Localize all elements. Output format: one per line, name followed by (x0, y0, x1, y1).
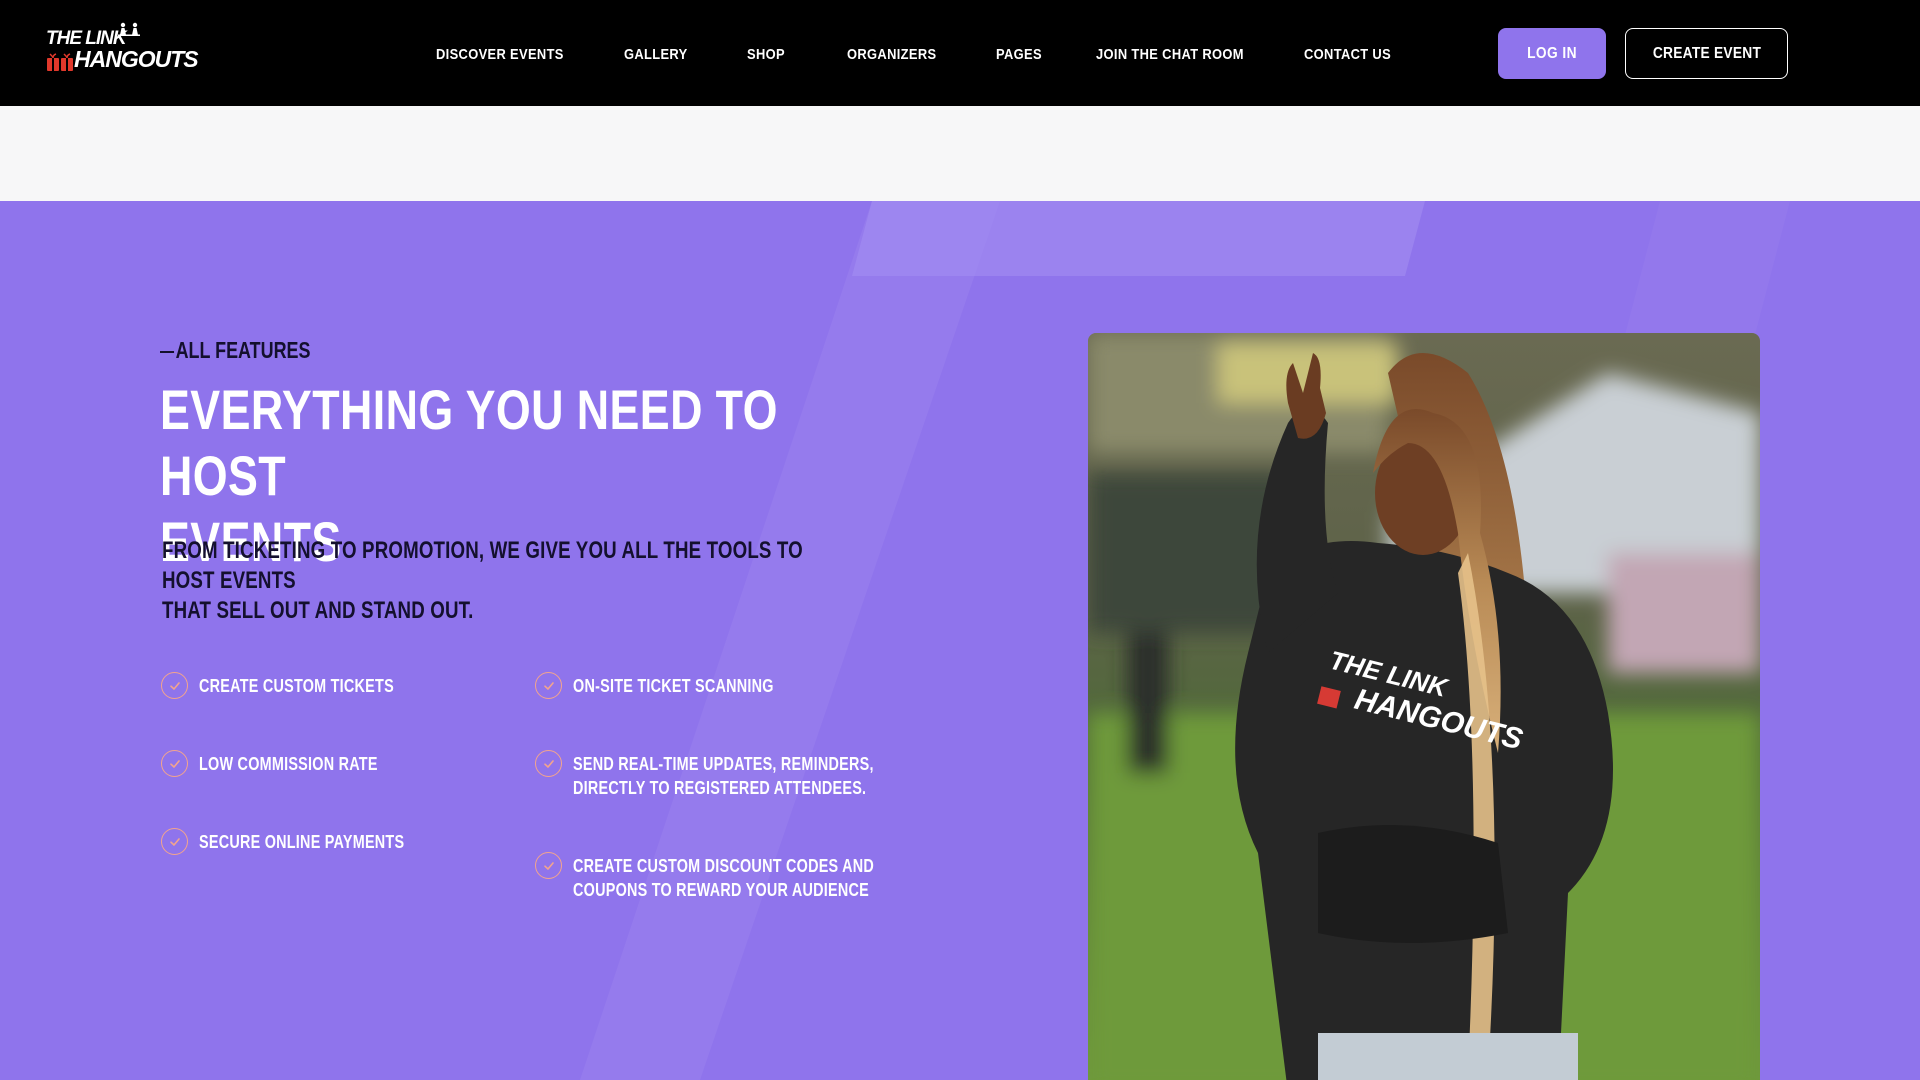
feature-item: LOW COMMISSION RATE (161, 750, 422, 777)
section-subtext: FROM TICKETING TO PROMOTION, WE GIVE YOU… (162, 536, 856, 626)
feature-item: CREATE CUSTOM TICKETS (161, 672, 443, 699)
feature-label: SEND REAL-TIME UPDATES, REMINDERS, DIREC… (573, 754, 874, 798)
nav-shop[interactable]: SHOP (747, 46, 785, 63)
feature-item: SECURE ONLINE PAYMENTS (161, 828, 456, 855)
features-section: ALL FEATURES EVERYTHING YOU NEED TO HOST… (0, 201, 1920, 1080)
nav-join-chat-room[interactable]: JOIN THE CHAT ROOM (1096, 46, 1244, 63)
feature-label: LOW COMMISSION RATE (199, 754, 378, 774)
login-button[interactable]: LOG IN (1498, 28, 1606, 79)
check-circle-icon (161, 672, 188, 699)
feature-item: CREATE CUSTOM DISCOUNT CODES AND COUPONS… (535, 852, 949, 902)
site-header: THE LINK HANGOUTS DISCOVER EVENTS GALLER… (0, 0, 1920, 106)
check-circle-icon (535, 852, 562, 879)
login-button-label: LOG IN (1527, 44, 1577, 62)
check-circle-icon (161, 828, 188, 855)
gray-spacer-band (0, 106, 1920, 201)
feature-label: SECURE ONLINE PAYMENTS (199, 832, 405, 852)
eyebrow-text: ALL FEATURES (175, 337, 311, 363)
heading-line-1: EVERYTHING YOU NEED TO HOST (160, 378, 778, 507)
section-eyebrow: ALL FEATURES (160, 337, 310, 364)
check-circle-icon (535, 672, 562, 699)
subtext-line-1: FROM TICKETING TO PROMOTION, WE GIVE YOU… (162, 537, 803, 594)
subtext-line-2: THAT SELL OUT AND STAND OUT. (162, 597, 474, 624)
feature-label: CREATE CUSTOM TICKETS (199, 676, 394, 696)
feature-label: ON-SITE TICKET SCANNING (573, 676, 774, 696)
feature-item: SEND REAL-TIME UPDATES, REMINDERS, DIREC… (535, 750, 949, 800)
logo-text-line2: HANGOUTS (74, 46, 199, 72)
nav-discover-events[interactable]: DISCOVER EVENTS (436, 46, 564, 63)
gift-icon (47, 53, 73, 71)
check-circle-icon (161, 750, 188, 777)
nav-pages[interactable]: PAGES (996, 46, 1042, 63)
feature-label: CREATE CUSTOM DISCOUNT CODES AND COUPONS… (573, 856, 875, 900)
site-logo[interactable]: THE LINK HANGOUTS (44, 22, 199, 78)
nav-gallery[interactable]: GALLERY (624, 46, 688, 63)
photo-illustration: THE LINK HANGOUTS (1088, 333, 1760, 1080)
feature-item: ON-SITE TICKET SCANNING (535, 672, 824, 699)
check-circle-icon (535, 750, 562, 777)
create-event-button-label: CREATE EVENT (1652, 44, 1761, 62)
nav-contact-us[interactable]: CONTACT US (1304, 46, 1391, 63)
event-attendee-photo: THE LINK HANGOUTS (1088, 333, 1760, 1080)
create-event-button[interactable]: CREATE EVENT (1625, 28, 1788, 79)
nav-organizers[interactable]: ORGANIZERS (847, 46, 936, 63)
